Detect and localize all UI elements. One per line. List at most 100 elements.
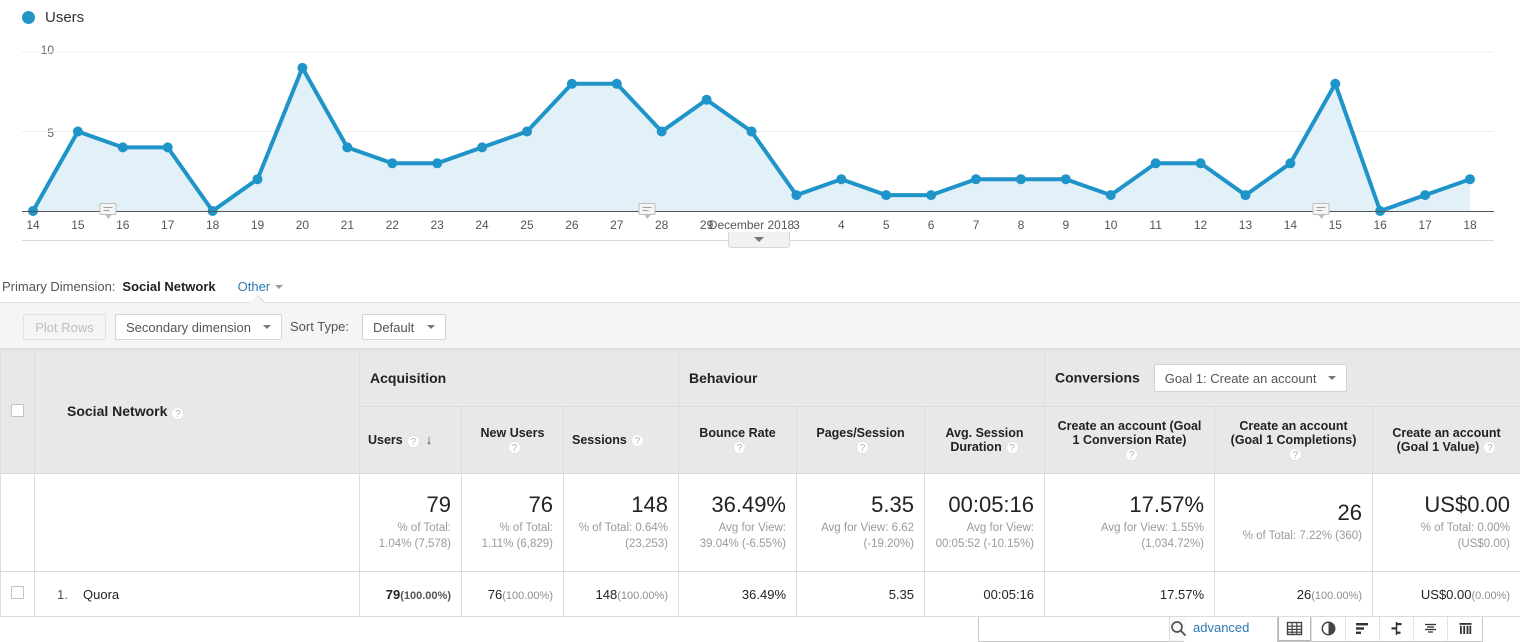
- data-point[interactable]: [971, 174, 981, 184]
- data-point[interactable]: [163, 142, 173, 152]
- conversion-goal-select[interactable]: Goal 1: Create an account: [1154, 364, 1348, 392]
- help-icon[interactable]: ?: [407, 435, 420, 448]
- data-point[interactable]: [432, 158, 442, 168]
- x-axis-tick: 28: [655, 218, 668, 232]
- annotation-note-icon[interactable]: [100, 203, 117, 218]
- row-metric-cell: 00:05:16: [925, 572, 1045, 617]
- help-icon[interactable]: ?: [1289, 448, 1302, 461]
- data-point[interactable]: [253, 174, 263, 184]
- help-icon[interactable]: ?: [733, 441, 746, 454]
- annotation-note-icon[interactable]: [1312, 203, 1329, 218]
- search-button[interactable]: [1169, 615, 1187, 641]
- help-icon[interactable]: ?: [631, 434, 644, 447]
- primary-dimension-bar: Primary Dimension: Social Network Other: [0, 270, 1520, 302]
- row-select-cell: [1, 572, 35, 617]
- help-icon[interactable]: ?: [1006, 441, 1019, 454]
- row-index: 1.: [57, 587, 83, 602]
- data-point[interactable]: [297, 63, 307, 73]
- row-metric-cell: 76(100.00%): [462, 572, 564, 617]
- metric-header-goal1-completions[interactable]: Create an account (Goal 1 Completions)?: [1215, 407, 1373, 474]
- help-icon[interactable]: ?: [856, 441, 869, 454]
- data-point[interactable]: [881, 190, 891, 200]
- data-point[interactable]: [1061, 174, 1071, 184]
- summary-value: US$0.00: [1383, 493, 1510, 517]
- summary-subtext: % of Total: 0.00% (US$0.00): [1383, 521, 1510, 552]
- metric-header-goal1-conversion-rate[interactable]: Create an account (Goal 1 Conversion Rat…: [1045, 407, 1215, 474]
- help-icon[interactable]: ?: [171, 407, 184, 420]
- chart-legend: Users: [22, 9, 84, 26]
- summary-cell: 00:05:16Avg for View: 00:05:52 (-10.15%): [925, 474, 1045, 572]
- data-point[interactable]: [702, 95, 712, 105]
- data-point[interactable]: [1330, 79, 1340, 89]
- data-point[interactable]: [747, 127, 757, 137]
- annotation-note-icon[interactable]: [639, 203, 656, 218]
- group-label-conversions: Conversions: [1055, 370, 1140, 386]
- data-point[interactable]: [477, 142, 487, 152]
- data-point[interactable]: [522, 127, 532, 137]
- summary-blank-dimension-cell: [35, 474, 360, 572]
- pivot-view-icon[interactable]: [1448, 615, 1482, 641]
- data-point[interactable]: [387, 158, 397, 168]
- data-point[interactable]: [342, 142, 352, 152]
- help-icon[interactable]: ?: [1483, 441, 1496, 454]
- sort-type-button[interactable]: Default: [362, 314, 446, 340]
- data-point[interactable]: [73, 127, 83, 137]
- metric-header-sessions[interactable]: Sessions?: [564, 407, 679, 474]
- chart-expand-toggle[interactable]: [728, 232, 790, 248]
- sort-descending-icon: ↓: [426, 432, 433, 447]
- table-row[interactable]: 1.Quora79(100.00%)76(100.00%)148(100.00%…: [1, 572, 1520, 617]
- plot-rows-button[interactable]: Plot Rows: [23, 314, 106, 340]
- search-box[interactable]: [978, 614, 1184, 642]
- metric-header-pages-session[interactable]: Pages/Session?: [797, 407, 925, 474]
- data-point[interactable]: [1106, 190, 1116, 200]
- other-label: Other: [238, 279, 271, 294]
- metric-header-bounce-rate[interactable]: Bounce Rate?: [679, 407, 797, 474]
- performance-view-icon[interactable]: [1346, 615, 1380, 641]
- row-metric-cell: 17.57%: [1045, 572, 1215, 617]
- dimension-header-cell[interactable]: Social Network?: [35, 350, 360, 474]
- data-point[interactable]: [1465, 174, 1475, 184]
- data-point[interactable]: [1016, 174, 1026, 184]
- metric-header-avg-session-duration[interactable]: Avg. Session Duration?: [925, 407, 1045, 474]
- row-metric-value: US$0.00: [1421, 587, 1472, 602]
- plot-rows-label: Plot Rows: [35, 320, 94, 335]
- data-point[interactable]: [567, 79, 577, 89]
- help-icon[interactable]: ?: [1125, 448, 1138, 461]
- data-point[interactable]: [1196, 158, 1206, 168]
- primary-dimension-value[interactable]: Social Network: [122, 279, 215, 294]
- primary-dimension-other[interactable]: Other: [238, 279, 284, 294]
- x-axis-tick: 13: [1239, 218, 1252, 232]
- select-all-checkbox[interactable]: [11, 404, 24, 417]
- data-point[interactable]: [612, 79, 622, 89]
- metric-header-new-users[interactable]: New Users?: [462, 407, 564, 474]
- row-metric-value: 00:05:16: [983, 587, 1034, 602]
- data-point[interactable]: [1420, 190, 1430, 200]
- row-network-name[interactable]: Quora: [83, 587, 119, 602]
- metric-header-users[interactable]: Users?↓: [360, 407, 462, 474]
- data-point[interactable]: [118, 142, 128, 152]
- percentage-view-icon[interactable]: [1312, 615, 1346, 641]
- row-metric-percent: (100.00%): [502, 590, 553, 602]
- advanced-link[interactable]: advanced: [1193, 620, 1249, 635]
- data-point[interactable]: [1151, 158, 1161, 168]
- data-point[interactable]: [1241, 190, 1251, 200]
- metric-label-new-users: New Users: [481, 426, 545, 440]
- search-input[interactable]: [979, 615, 1169, 641]
- term-cloud-view-icon[interactable]: [1414, 615, 1448, 641]
- chevron-down-icon: [263, 325, 271, 329]
- help-icon[interactable]: ?: [508, 441, 521, 454]
- metric-header-goal1-value[interactable]: Create an account (Goal 1 Value)?: [1373, 407, 1520, 474]
- row-checkbox[interactable]: [11, 586, 24, 599]
- data-point[interactable]: [657, 127, 667, 137]
- data-point[interactable]: [791, 190, 801, 200]
- metric-label-goal1-completions: Create an account (Goal 1 Completions): [1231, 419, 1357, 447]
- x-axis-tick: 26: [565, 218, 578, 232]
- table-view-icon[interactable]: [1278, 615, 1312, 641]
- data-point[interactable]: [1285, 158, 1295, 168]
- row-metric-cell: 26(100.00%): [1215, 572, 1373, 617]
- secondary-dimension-button[interactable]: Secondary dimension: [115, 314, 282, 340]
- data-point[interactable]: [836, 174, 846, 184]
- metric-label-goal1-conversion-rate: Create an account (Goal 1 Conversion Rat…: [1058, 419, 1202, 447]
- data-point[interactable]: [926, 190, 936, 200]
- comparison-view-icon[interactable]: [1380, 615, 1414, 641]
